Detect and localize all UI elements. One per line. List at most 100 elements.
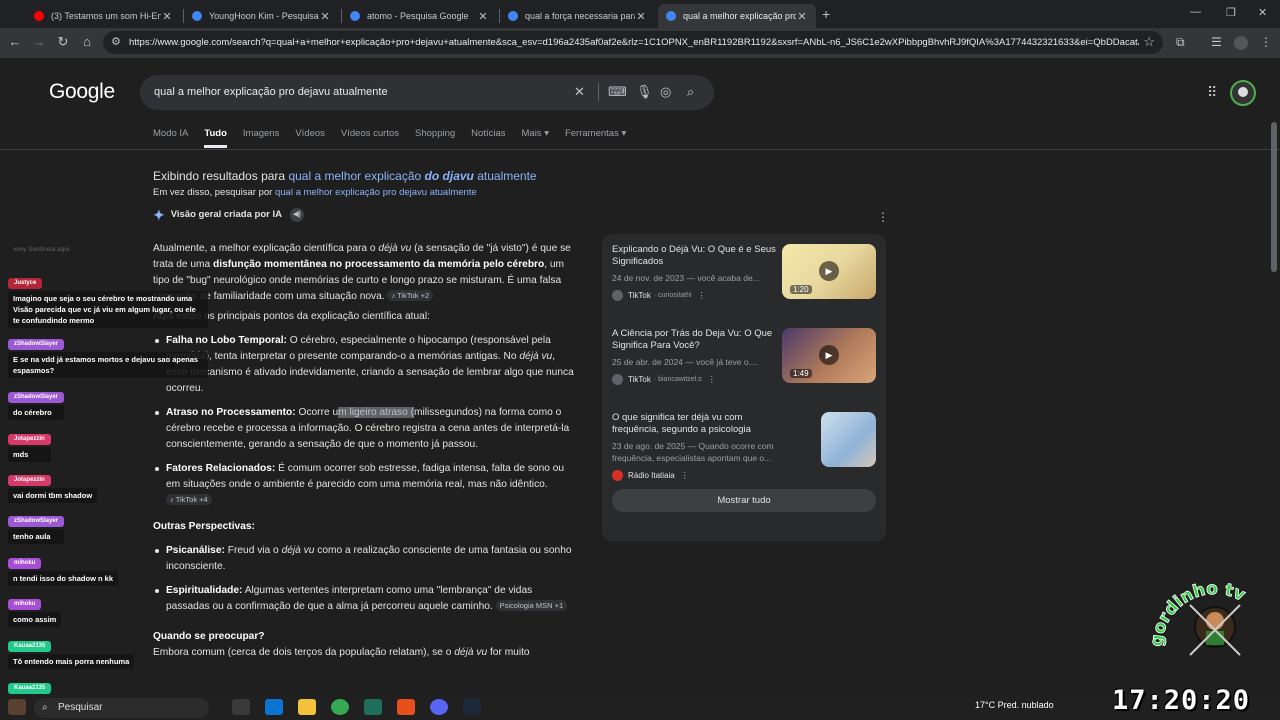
stream-clock: 17:20:20 (1112, 685, 1251, 716)
tab-modo-ia[interactable]: Modo IA (153, 128, 188, 148)
app-icon[interactable] (364, 699, 382, 715)
search-tabs: Modo IA Tudo Imagens Vídeos Vídeos curto… (153, 128, 642, 148)
tab-mais[interactable]: Mais ▾ (522, 128, 549, 148)
source-chip[interactable]: ♪ TikTok +2 (387, 290, 434, 301)
new-tab-button[interactable]: + (822, 6, 836, 22)
google-apps-icon[interactable]: ⠿ (1207, 84, 1217, 101)
speaker-icon[interactable]: ◀) (289, 208, 304, 222)
tab-shopping[interactable]: Shopping (415, 128, 455, 148)
microphone-icon[interactable]: 🎙 (636, 84, 653, 100)
close-window-button[interactable]: ✕ (1258, 6, 1267, 19)
address-bar[interactable]: ⚙ https://www.google.com/search?q=qual+a… (103, 31, 1163, 54)
radio-icon (612, 470, 623, 481)
browser-tab-active[interactable]: qual a melhor explicação pro d ✕ (658, 4, 816, 28)
tab-noticias[interactable]: Notícias (471, 128, 505, 148)
clear-icon[interactable]: ✕ (574, 84, 585, 100)
browser-tab[interactable]: qual a força necessaria para 2 a ✕ (500, 4, 655, 28)
search-icon: ⌕ (42, 702, 48, 713)
spelling-correction: Exibindo resultados para qual a melhor e… (153, 169, 537, 183)
list-item: Psicanálise: Freud via o déjà vu como a … (153, 543, 578, 575)
browser-tab[interactable]: atomo - Pesquisa Google ✕ (342, 4, 497, 28)
close-icon[interactable]: ✕ (319, 10, 331, 23)
article-thumbnail[interactable] (821, 412, 876, 467)
chat-message: zShadowSlayer do cérebro (8, 385, 65, 420)
task-view-icon[interactable] (232, 699, 250, 715)
source-card[interactable]: Explicando o Déjà Vu: O Que é e Seus Sig… (612, 244, 876, 301)
list-item: Falha no Lobo Temporal: O cérebro, espec… (153, 333, 578, 397)
ai-intro: Atualmente, a melhor explicação científi… (153, 243, 571, 302)
chat-message: Kauaa2135 Tô entendo mais porra nenhuma (8, 634, 135, 669)
close-icon[interactable]: ✕ (796, 10, 808, 23)
google-icon (508, 11, 518, 21)
points-intro: Aqui estão os principais pontos da expli… (153, 311, 430, 322)
steam-icon[interactable] (463, 699, 481, 715)
file-explorer-icon[interactable] (298, 699, 316, 715)
chat-message: Jotapezzin vai dormi tbm shadow (8, 468, 98, 503)
weather-widget[interactable]: 17°C Pred. nublado (975, 700, 1054, 710)
lens-icon[interactable]: ◎ (660, 84, 671, 100)
play-icon: ▶ (819, 345, 839, 365)
chat-faded: vovy Sentinela aqui (13, 246, 70, 253)
sources-panel: Explicando o Déjà Vu: O Que é e Seus Sig… (602, 234, 886, 541)
close-icon[interactable]: ✕ (635, 10, 647, 23)
tab-tudo[interactable]: Tudo (204, 128, 227, 148)
keyboard-icon[interactable]: ⌨ (608, 84, 627, 100)
source-card[interactable]: A Ciência por Trás do Deja Vu: O Que Sig… (612, 328, 876, 385)
source-chip[interactable]: ♪ TikTok +4 (166, 494, 212, 505)
search-input[interactable]: qual a melhor explicação pro dejavu atua… (154, 86, 388, 98)
chat-message: mihoku como assim (8, 592, 62, 627)
more-icon[interactable]: ⋮ (681, 471, 689, 480)
bookmark-star-icon[interactable]: ☆ (1143, 34, 1155, 50)
screen: (3) Testamos um som Hi-End d ✕ YoungHoon… (0, 0, 1280, 720)
play-icon: ▶ (819, 261, 839, 281)
search-instead: Em vez disso, pesquisar por qual a melho… (153, 187, 477, 198)
sparkle-icon: ✦ (153, 207, 165, 223)
google-icon (192, 11, 202, 21)
extensions-icon[interactable]: ⧉ (1176, 35, 1185, 50)
reading-list-icon[interactable]: ☰ (1211, 35, 1222, 49)
reload-button[interactable]: ↻ (54, 34, 72, 50)
close-icon[interactable]: ✕ (161, 10, 173, 23)
original-query-link[interactable]: qual a melhor explicação pro dejavu atua… (275, 187, 477, 198)
search-icon[interactable]: ⌕ (687, 84, 694, 100)
close-icon[interactable]: ✕ (477, 10, 489, 23)
chat-message: Justyce Imagino que seja o seu cérebro t… (8, 271, 208, 328)
forward-button[interactable]: → (30, 34, 48, 49)
corrected-query-link[interactable]: qual a melhor explicação do djavu atualm… (288, 169, 536, 183)
profile-avatar[interactable] (1234, 36, 1248, 50)
video-thumbnail[interactable]: ▶ 1:49 (782, 328, 876, 383)
tab-videos-curtos[interactable]: Vídeos curtos (341, 128, 399, 148)
more-options-icon[interactable]: ⋮ (877, 210, 889, 224)
text-selection: m ligeiro atraso ( (338, 407, 415, 418)
taskbar-search[interactable]: ⌕ Pesquisar (34, 698, 209, 718)
scrollbar[interactable] (1271, 122, 1277, 272)
site-info-icon[interactable]: ⚙ (111, 35, 121, 48)
start-button[interactable] (8, 699, 26, 715)
maximize-button[interactable]: ❐ (1226, 6, 1236, 19)
chrome-icon[interactable] (331, 699, 349, 715)
google-logo[interactable]: Google (49, 80, 115, 104)
home-button[interactable]: ⌂ (78, 34, 96, 49)
tiktok-icon (612, 290, 623, 301)
source-chip[interactable]: Psicologia MSN +1 (495, 600, 568, 611)
menu-icon[interactable]: ⋮ (1260, 35, 1272, 49)
video-thumbnail[interactable]: ▶ 1:20 (782, 244, 876, 299)
search-box[interactable]: qual a melhor explicação pro dejavu atua… (140, 75, 714, 110)
browser-tabstrip: (3) Testamos um som Hi-End d ✕ YoungHoon… (0, 0, 1280, 28)
minimize-button[interactable]: — (1190, 6, 1201, 18)
more-icon[interactable]: ⋮ (698, 291, 706, 300)
tiktok-icon (612, 374, 623, 385)
source-card[interactable]: O que significa ter déjà vu com frequênc… (612, 412, 876, 481)
show-all-button[interactable]: Mostrar tudo (612, 489, 876, 512)
tab-imagens[interactable]: Imagens (243, 128, 279, 148)
browser-tab[interactable]: (3) Testamos um som Hi-End d ✕ (26, 4, 181, 28)
tab-videos[interactable]: Vídeos (295, 128, 325, 148)
store-icon[interactable] (265, 699, 283, 715)
tab-ferramentas[interactable]: Ferramentas ▾ (565, 128, 626, 148)
browser-tab[interactable]: YoungHoon Kim - Pesquisa Goo ✕ (184, 4, 339, 28)
app-icon[interactable] (397, 699, 415, 715)
more-icon[interactable]: ⋮ (708, 375, 716, 384)
back-button[interactable]: ← (6, 34, 24, 49)
account-avatar[interactable] (1230, 80, 1256, 106)
discord-icon[interactable] (430, 699, 448, 715)
